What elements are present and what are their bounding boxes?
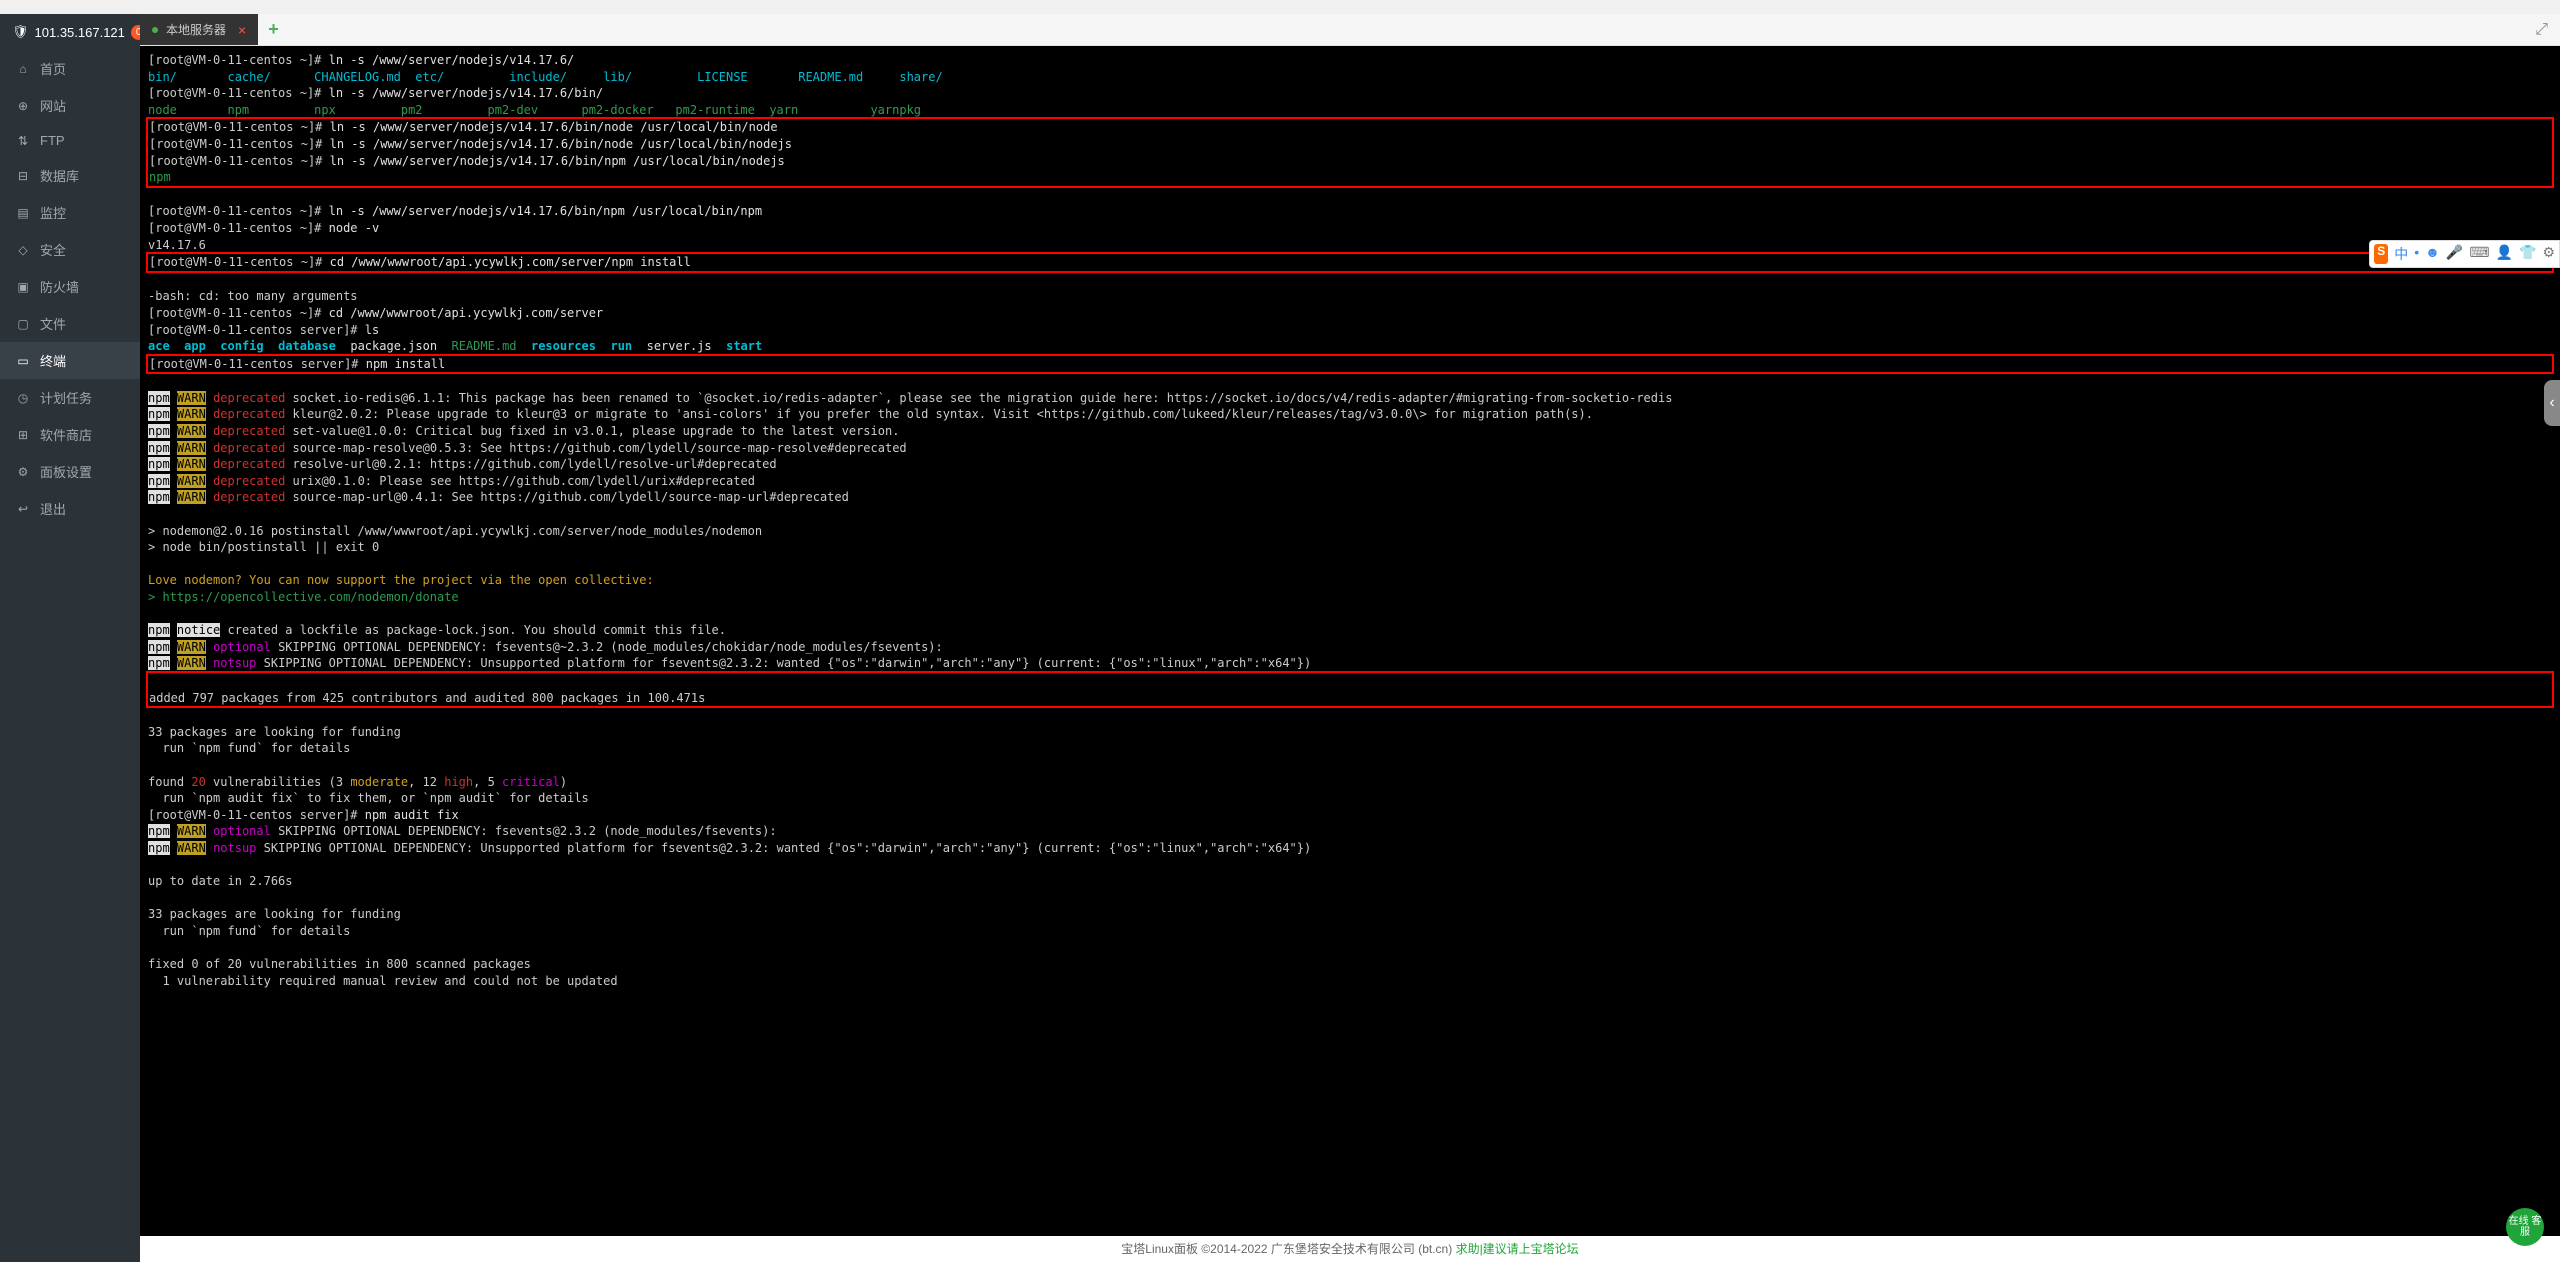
clock-icon: ◷: [16, 391, 30, 405]
home-icon: ⌂: [16, 62, 30, 76]
sidebar-item-label: 监控: [40, 203, 66, 222]
sidebar-item-ftp[interactable]: ⇅ FTP: [0, 124, 140, 157]
ime-skin-icon[interactable]: 👕: [2519, 244, 2536, 264]
sidebar-item-label: 首页: [40, 59, 66, 78]
globe-icon: ⊕: [16, 99, 30, 113]
ime-toolbar[interactable]: S 中 • ☻ 🎤 ⌨ 👤 👕 ⚙: [2369, 240, 2560, 268]
sidebar-item-logout[interactable]: ↩ 退出: [0, 490, 140, 527]
sidebar-item-cron[interactable]: ◷ 计划任务: [0, 379, 140, 416]
sidebar-item-firewall[interactable]: ▣ 防火墙: [0, 268, 140, 305]
sidebar-item-home[interactable]: ⌂ 首页: [0, 50, 140, 87]
logout-icon: ↩: [16, 502, 30, 516]
tab-local-server[interactable]: 本地服务器 ×: [140, 14, 258, 45]
sidebar-item-security[interactable]: ◇ 安全: [0, 231, 140, 268]
sidebar-item-label: 防火墙: [40, 277, 79, 296]
sidebar-item-monitor[interactable]: ▤ 监控: [0, 194, 140, 231]
highlight-box-3: [root@VM-0-11-centos server]# npm instal…: [146, 354, 2554, 375]
expand-icon[interactable]: ⤢: [2535, 21, 2548, 39]
terminal-icon: ▭: [16, 354, 30, 368]
sidebar-item-terminal[interactable]: ▭ 终端: [0, 342, 140, 379]
tab-label: 本地服务器: [166, 21, 226, 38]
ime-emoji-icon[interactable]: ☻: [2425, 244, 2440, 264]
ime-mic-icon[interactable]: 🎤: [2446, 244, 2463, 264]
close-icon[interactable]: ×: [238, 22, 246, 38]
monitor-icon: ▤: [16, 206, 30, 220]
terminal-tabs: 本地服务器 × + ⤢: [140, 14, 2560, 46]
gear-icon: ⚙: [16, 465, 30, 479]
highlight-box-1: [root@VM-0-11-centos ~]# ln -s /www/serv…: [146, 117, 2554, 187]
firewall-icon: ▣: [16, 280, 30, 294]
ime-toolbox-icon[interactable]: ⚙: [2542, 244, 2555, 264]
main: 本地服务器 × + ⤢ [root@VM-0-11-centos ~]# ln …: [140, 14, 2560, 1262]
footer: 宝塔Linux面板 ©2014-2022 广东堡塔安全技术有限公司 (bt.cn…: [140, 1236, 2560, 1262]
sidebar-item-label: 文件: [40, 314, 66, 333]
grid-icon: ⊞: [16, 428, 30, 442]
sidebar-item-label: 安全: [40, 240, 66, 259]
highlight-box-4: added 797 packages from 425 contributors…: [146, 671, 2554, 708]
shield-icon: 🛡: [12, 24, 29, 40]
sidebar-item-label: 面板设置: [40, 462, 92, 481]
ftp-icon: ⇅: [16, 134, 30, 148]
sidebar-item-settings[interactable]: ⚙ 面板设置: [0, 453, 140, 490]
sidebar: 🛡 101.35.167.121 0 ⌂ 首页 ⊕ 网站 ⇅ FTP ⊟ 数据库 ▤ 监控…: [0, 14, 140, 1262]
footer-text: 宝塔Linux面板 ©2014-2022 广东堡塔安全技术有限公司 (bt.cn…: [1121, 1242, 1455, 1256]
sidebar-item-label: 计划任务: [40, 388, 92, 407]
ime-punct-icon[interactable]: •: [2414, 244, 2419, 264]
terminal-output[interactable]: [root@VM-0-11-centos ~]# ln -s /www/serv…: [140, 46, 2560, 1236]
sidebar-header: 🛡 101.35.167.121 0: [0, 14, 140, 50]
sidebar-item-label: 网站: [40, 96, 66, 115]
sidebar-item-website[interactable]: ⊕ 网站: [0, 87, 140, 124]
folder-icon: ▢: [16, 317, 30, 331]
sidebar-item-label: 数据库: [40, 166, 79, 185]
server-ip: 101.35.167.121: [35, 25, 125, 40]
ime-logo-icon[interactable]: S: [2374, 244, 2388, 264]
sidebar-item-label: 退出: [40, 499, 66, 518]
sidebar-item-label: FTP: [40, 133, 65, 148]
sidebar-item-label: 终端: [40, 351, 66, 370]
ime-lang[interactable]: 中: [2394, 244, 2408, 264]
shield-icon: ◇: [16, 243, 30, 257]
ime-user-icon[interactable]: 👤: [2496, 244, 2513, 264]
highlight-box-2: [root@VM-0-11-centos ~]# cd /www/wwwroot…: [146, 252, 2554, 273]
side-drawer-handle[interactable]: ‹: [2544, 380, 2560, 426]
online-support-button[interactable]: 在线 客服: [2506, 1208, 2544, 1246]
sidebar-item-label: 软件商店: [40, 425, 92, 444]
sidebar-item-database[interactable]: ⊟ 数据库: [0, 157, 140, 194]
tab-add-button[interactable]: +: [258, 19, 289, 40]
footer-link[interactable]: 求助|建议请上宝塔论坛: [1456, 1242, 1579, 1256]
status-dot-icon: [152, 27, 158, 33]
sidebar-item-files[interactable]: ▢ 文件: [0, 305, 140, 342]
sidebar-item-appstore[interactable]: ⊞ 软件商店: [0, 416, 140, 453]
ime-keyboard-icon[interactable]: ⌨: [2469, 244, 2489, 264]
database-icon: ⊟: [16, 169, 30, 183]
